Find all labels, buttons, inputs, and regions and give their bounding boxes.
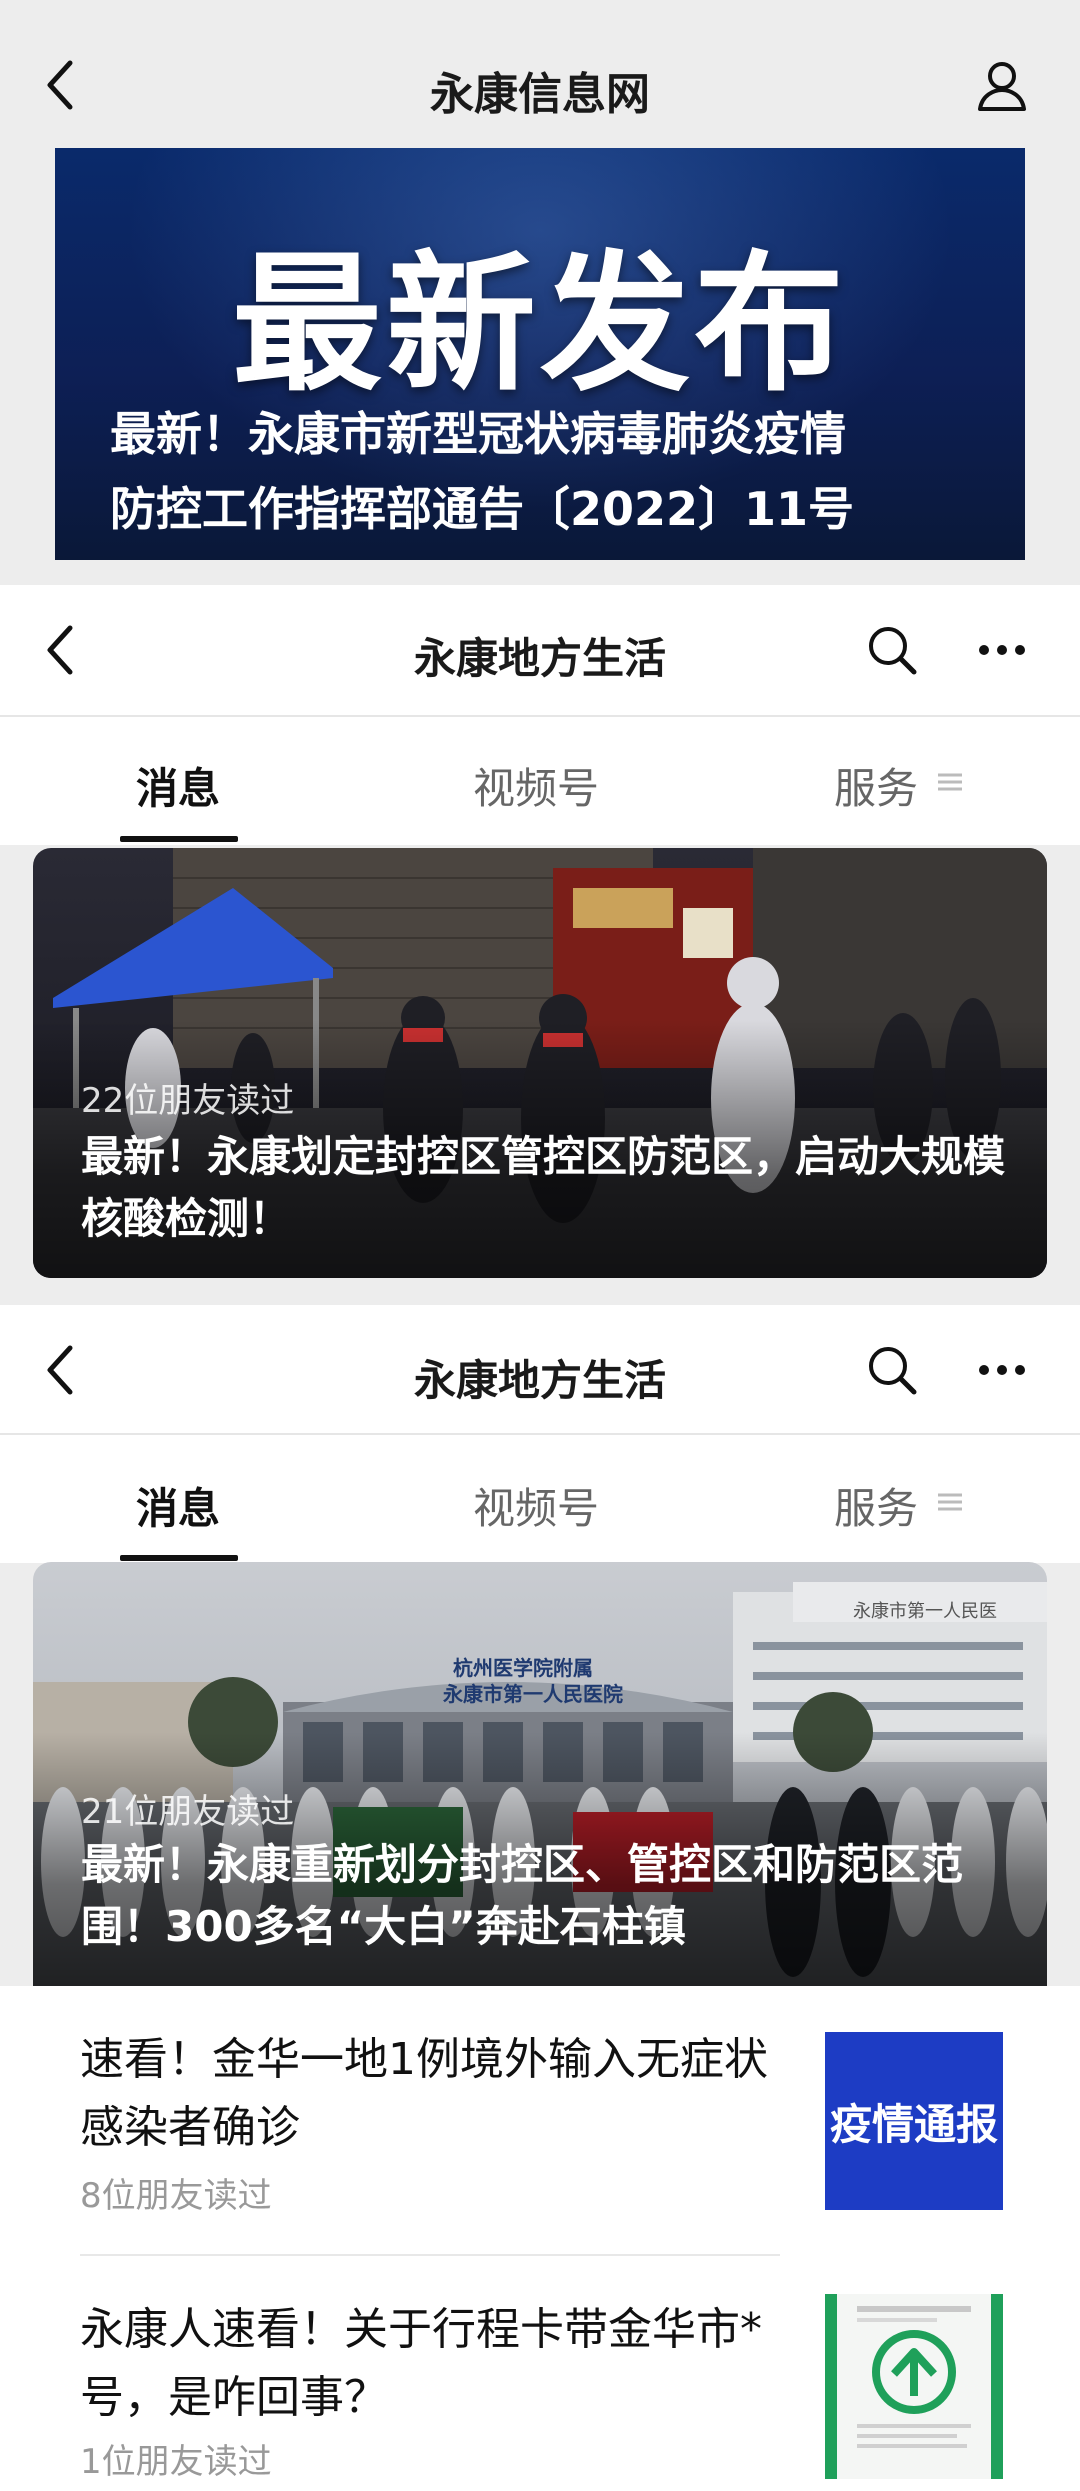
- list-item-title: 速看！金华一地1例境外输入无症状感染者确诊: [80, 2034, 768, 2153]
- list-item-readers: 1位朋友读过: [80, 2442, 272, 2482]
- article-card[interactable]: 22位朋友读过 最新！永康划定封控区管控区防范区，启动大规模核酸检测！: [33, 848, 1047, 1278]
- article-card[interactable]: 杭州医学院附属 永康市第一人民医院 永康市第一人民医 21位朋友读过 最新！永康…: [33, 1562, 1047, 1986]
- tab-active-indicator: [120, 1555, 238, 1561]
- article-headline: 最新！永康划定封控区管控区防范区，启动大规模核酸检测！: [81, 1132, 1006, 1243]
- top-navbar: 永康信息网: [0, 0, 1080, 148]
- user-icon[interactable]: [972, 55, 1032, 115]
- thumbnail-text: 疫情通报: [829, 2099, 998, 2149]
- list-item-readers: 8位朋友读过: [80, 2176, 272, 2216]
- more-icon[interactable]: [972, 620, 1032, 680]
- hospital-sign-line-1: 杭州医学院附属: [453, 1656, 593, 1680]
- green-arrow-icon: [857, 2306, 971, 2448]
- list-item-thumbnail: 疫情通报: [825, 2032, 1003, 2210]
- list-item-title: 永康人速看！关于行程卡带金华市*号，是咋回事？: [80, 2304, 762, 2423]
- tab-messages[interactable]: 消息: [136, 1475, 220, 1536]
- banner-line-2: 防控工作指挥部通告〔2022〕11号: [110, 482, 855, 536]
- tab-messages[interactable]: 消息: [136, 755, 220, 816]
- tab-bar: 消息 视频号 服务: [0, 717, 1080, 845]
- search-icon[interactable]: [862, 1340, 922, 1400]
- account-header: 永康地方生活: [0, 585, 1080, 715]
- building-sign: 永康市第一人民医: [853, 1601, 997, 1622]
- account-header: 永康地方生活: [0, 1305, 1080, 1433]
- article-readers: 21位朋友读过: [81, 1792, 295, 1832]
- banner-headline: 最新发布: [231, 238, 848, 412]
- search-icon[interactable]: [862, 620, 922, 680]
- menu-lines-icon[interactable]: [935, 767, 965, 801]
- article-headline: 最新！永康重新划分封控区、管控区和防范区范围！300多名“大白”奔赴石柱镇: [81, 1840, 964, 1951]
- tab-services[interactable]: 服务: [834, 755, 918, 816]
- page-title: 永康信息网: [430, 69, 650, 120]
- list-item[interactable]: 永康人速看！关于行程卡带金华市*号，是咋回事？ 1位朋友读过: [0, 2256, 1080, 2491]
- more-icon[interactable]: [972, 1340, 1032, 1400]
- announcement-banner[interactable]: 最新发布 最新！永康市新型冠状病毒肺炎疫情 防控工作指挥部通告〔2022〕11号: [55, 148, 1025, 560]
- tab-video[interactable]: 视频号: [473, 755, 599, 816]
- article-readers: 22位朋友读过: [81, 1081, 295, 1121]
- tab-services[interactable]: 服务: [834, 1475, 918, 1536]
- hospital-sign-line-2: 永康市第一人民医院: [443, 1682, 623, 1706]
- menu-lines-icon[interactable]: [935, 1487, 965, 1521]
- banner-line-1: 最新！永康市新型冠状病毒肺炎疫情: [110, 407, 846, 461]
- tab-video[interactable]: 视频号: [473, 1475, 599, 1536]
- tab-active-indicator: [120, 836, 238, 842]
- list-item[interactable]: 速看！金华一地1例境外输入无症状感染者确诊 8位朋友读过 疫情通报: [0, 1986, 1080, 2256]
- tab-bar: 消息 视频号 服务: [0, 1435, 1080, 1563]
- list-item-thumbnail: [825, 2294, 1003, 2479]
